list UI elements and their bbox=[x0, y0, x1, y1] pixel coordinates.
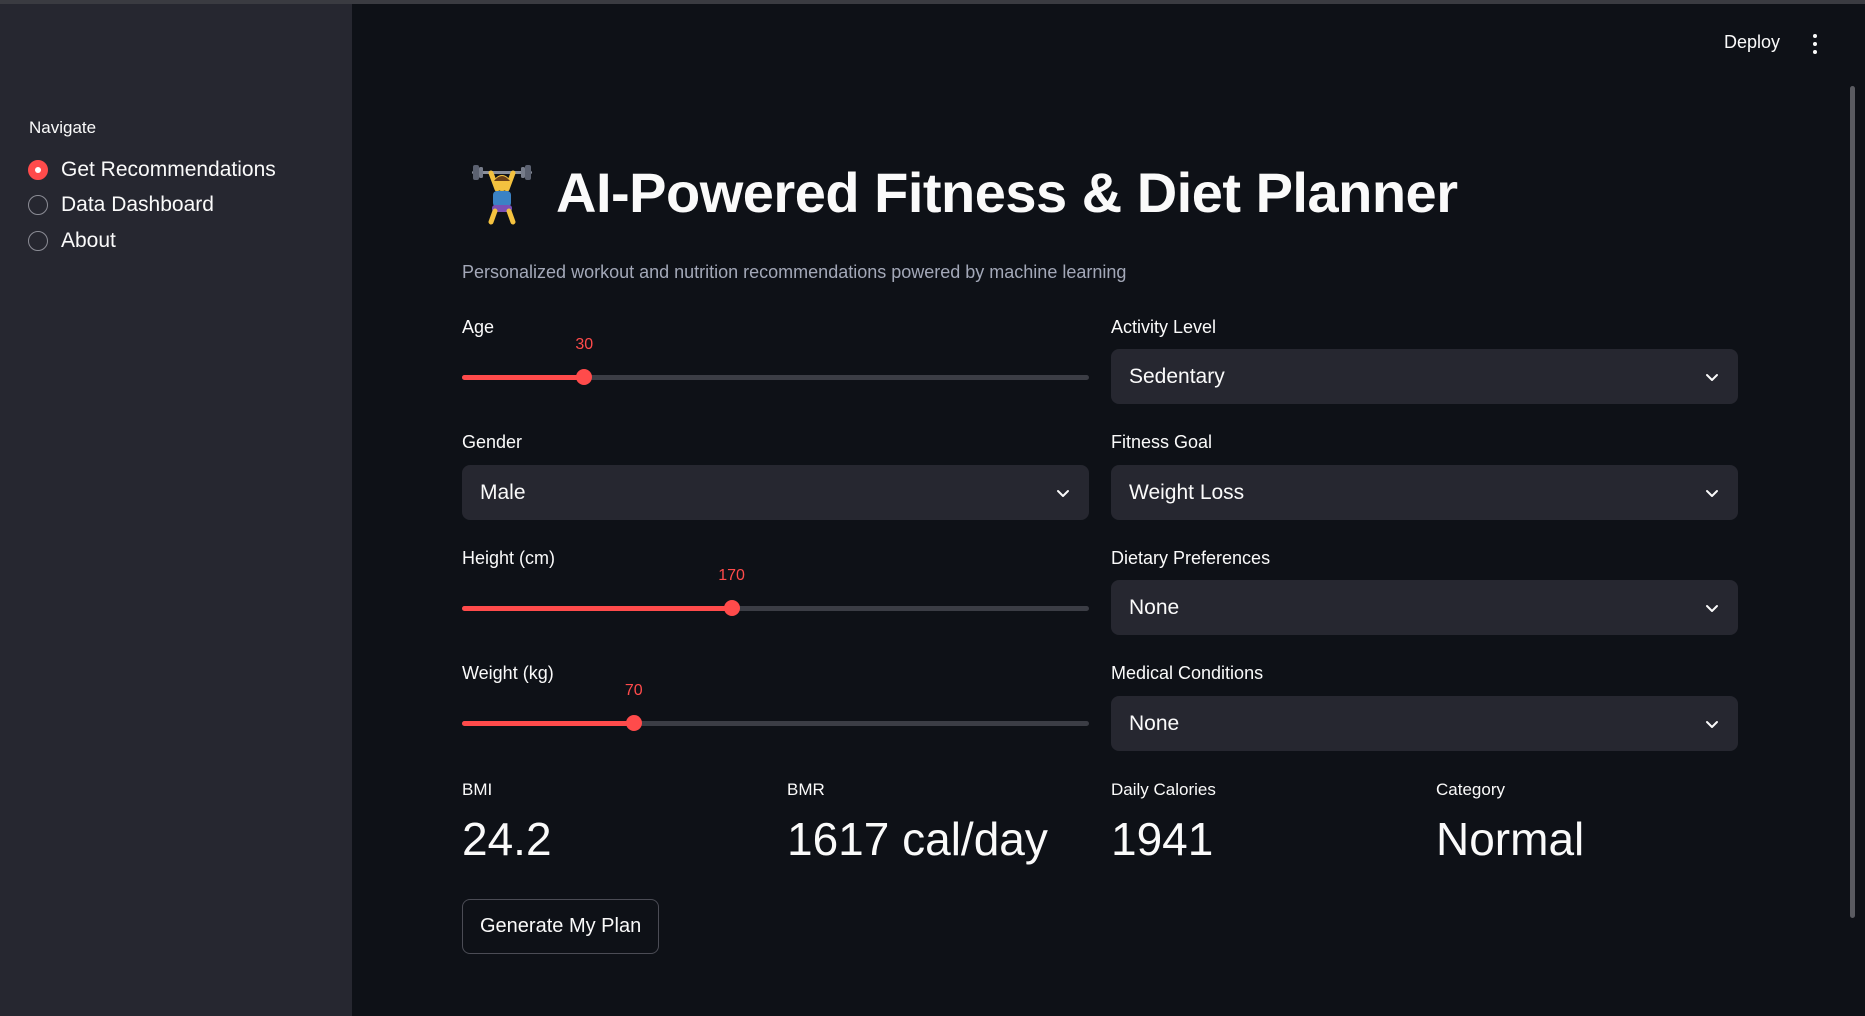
slider-value: 170 bbox=[718, 567, 745, 584]
nav-radio-label: Get Recommendations bbox=[61, 158, 276, 181]
medical-conditions-select[interactable]: None bbox=[1111, 696, 1738, 751]
medical-conditions-label: Medical Conditions bbox=[1111, 663, 1264, 683]
radio-unselected-icon bbox=[28, 231, 48, 251]
page-title: AI-Powered Fitness & Diet Planner bbox=[556, 161, 1458, 224]
weight-slider[interactable]: 70 bbox=[462, 682, 1089, 738]
chevron-down-icon bbox=[1706, 604, 1718, 612]
slider-fill bbox=[462, 375, 585, 380]
navigate-label: Navigate bbox=[29, 118, 97, 137]
bmr-metric-label: BMR bbox=[787, 780, 825, 799]
age-label: Age bbox=[462, 317, 495, 337]
chevron-down-icon bbox=[1057, 489, 1069, 497]
gender-label: Gender bbox=[462, 432, 523, 452]
scrollbar[interactable] bbox=[1850, 86, 1855, 918]
weightlifter-emoji-icon bbox=[472, 164, 532, 224]
chevron-down-icon bbox=[1706, 373, 1718, 381]
sidebar: Navigate Get Recommendations Data Dashbo… bbox=[0, 4, 352, 1016]
nav-radio-about[interactable]: About bbox=[28, 229, 116, 253]
activity-level-select[interactable]: Sedentary bbox=[1111, 349, 1738, 404]
nav-radio-label: Data Dashboard bbox=[61, 193, 214, 216]
gender-select-value: Male bbox=[480, 480, 526, 504]
nav-radio-label: About bbox=[61, 229, 116, 252]
chevron-down-icon bbox=[1706, 720, 1718, 728]
dietary-preferences-label: Dietary Preferences bbox=[1111, 548, 1271, 568]
generate-plan-button[interactable]: Generate My Plan bbox=[462, 899, 660, 954]
weight-label: Weight (kg) bbox=[462, 663, 554, 683]
fitness-goal-select[interactable]: Weight Loss bbox=[1111, 465, 1738, 520]
slider-thumb[interactable] bbox=[625, 715, 642, 731]
height-slider[interactable]: 170 bbox=[462, 567, 1089, 623]
chevron-down-icon bbox=[1706, 489, 1718, 497]
slider-value: 70 bbox=[624, 682, 643, 699]
daily-calories-metric-value: 1941 bbox=[1111, 813, 1214, 865]
fitness-goal-label: Fitness Goal bbox=[1111, 432, 1213, 452]
slider-thumb[interactable] bbox=[576, 369, 593, 385]
radio-selected-icon bbox=[28, 160, 48, 180]
daily-calories-metric-label: Daily Calories bbox=[1111, 780, 1216, 799]
page-subtitle: Personalized workout and nutrition recom… bbox=[462, 262, 1127, 282]
age-slider[interactable]: 30 bbox=[462, 336, 1089, 392]
slider-fill bbox=[462, 606, 732, 611]
height-label: Height (cm) bbox=[462, 548, 556, 568]
bmi-metric-value: 24.2 bbox=[462, 813, 552, 865]
page-header: AI-Powered Fitness & Diet Planner bbox=[470, 160, 1458, 225]
dietary-preferences-select-value: None bbox=[1129, 595, 1180, 619]
activity-level-label: Activity Level bbox=[1111, 317, 1217, 337]
fitness-goal-select-value: Weight Loss bbox=[1129, 480, 1245, 504]
radio-unselected-icon bbox=[28, 195, 48, 215]
slider-value: 30 bbox=[575, 336, 594, 353]
nav-radio-data-dashboard[interactable]: Data Dashboard bbox=[28, 193, 214, 217]
category-metric-value: Normal bbox=[1436, 813, 1585, 865]
deploy-button[interactable]: Deploy bbox=[1724, 32, 1780, 53]
slider-thumb[interactable] bbox=[723, 600, 740, 616]
gender-select[interactable]: Male bbox=[462, 465, 1089, 520]
medical-conditions-select-value: None bbox=[1129, 711, 1180, 735]
dietary-preferences-select[interactable]: None bbox=[1111, 580, 1738, 635]
kebab-menu-icon[interactable] bbox=[1808, 34, 1822, 56]
slider-fill bbox=[462, 721, 634, 726]
bmi-metric-label: BMI bbox=[462, 780, 493, 799]
category-metric-label: Category bbox=[1436, 780, 1505, 799]
bmr-metric-value: 1617 cal/day bbox=[787, 813, 1048, 865]
nav-radio-get-recommendations[interactable]: Get Recommendations bbox=[28, 158, 276, 182]
activity-level-select-value: Sedentary bbox=[1129, 364, 1225, 388]
